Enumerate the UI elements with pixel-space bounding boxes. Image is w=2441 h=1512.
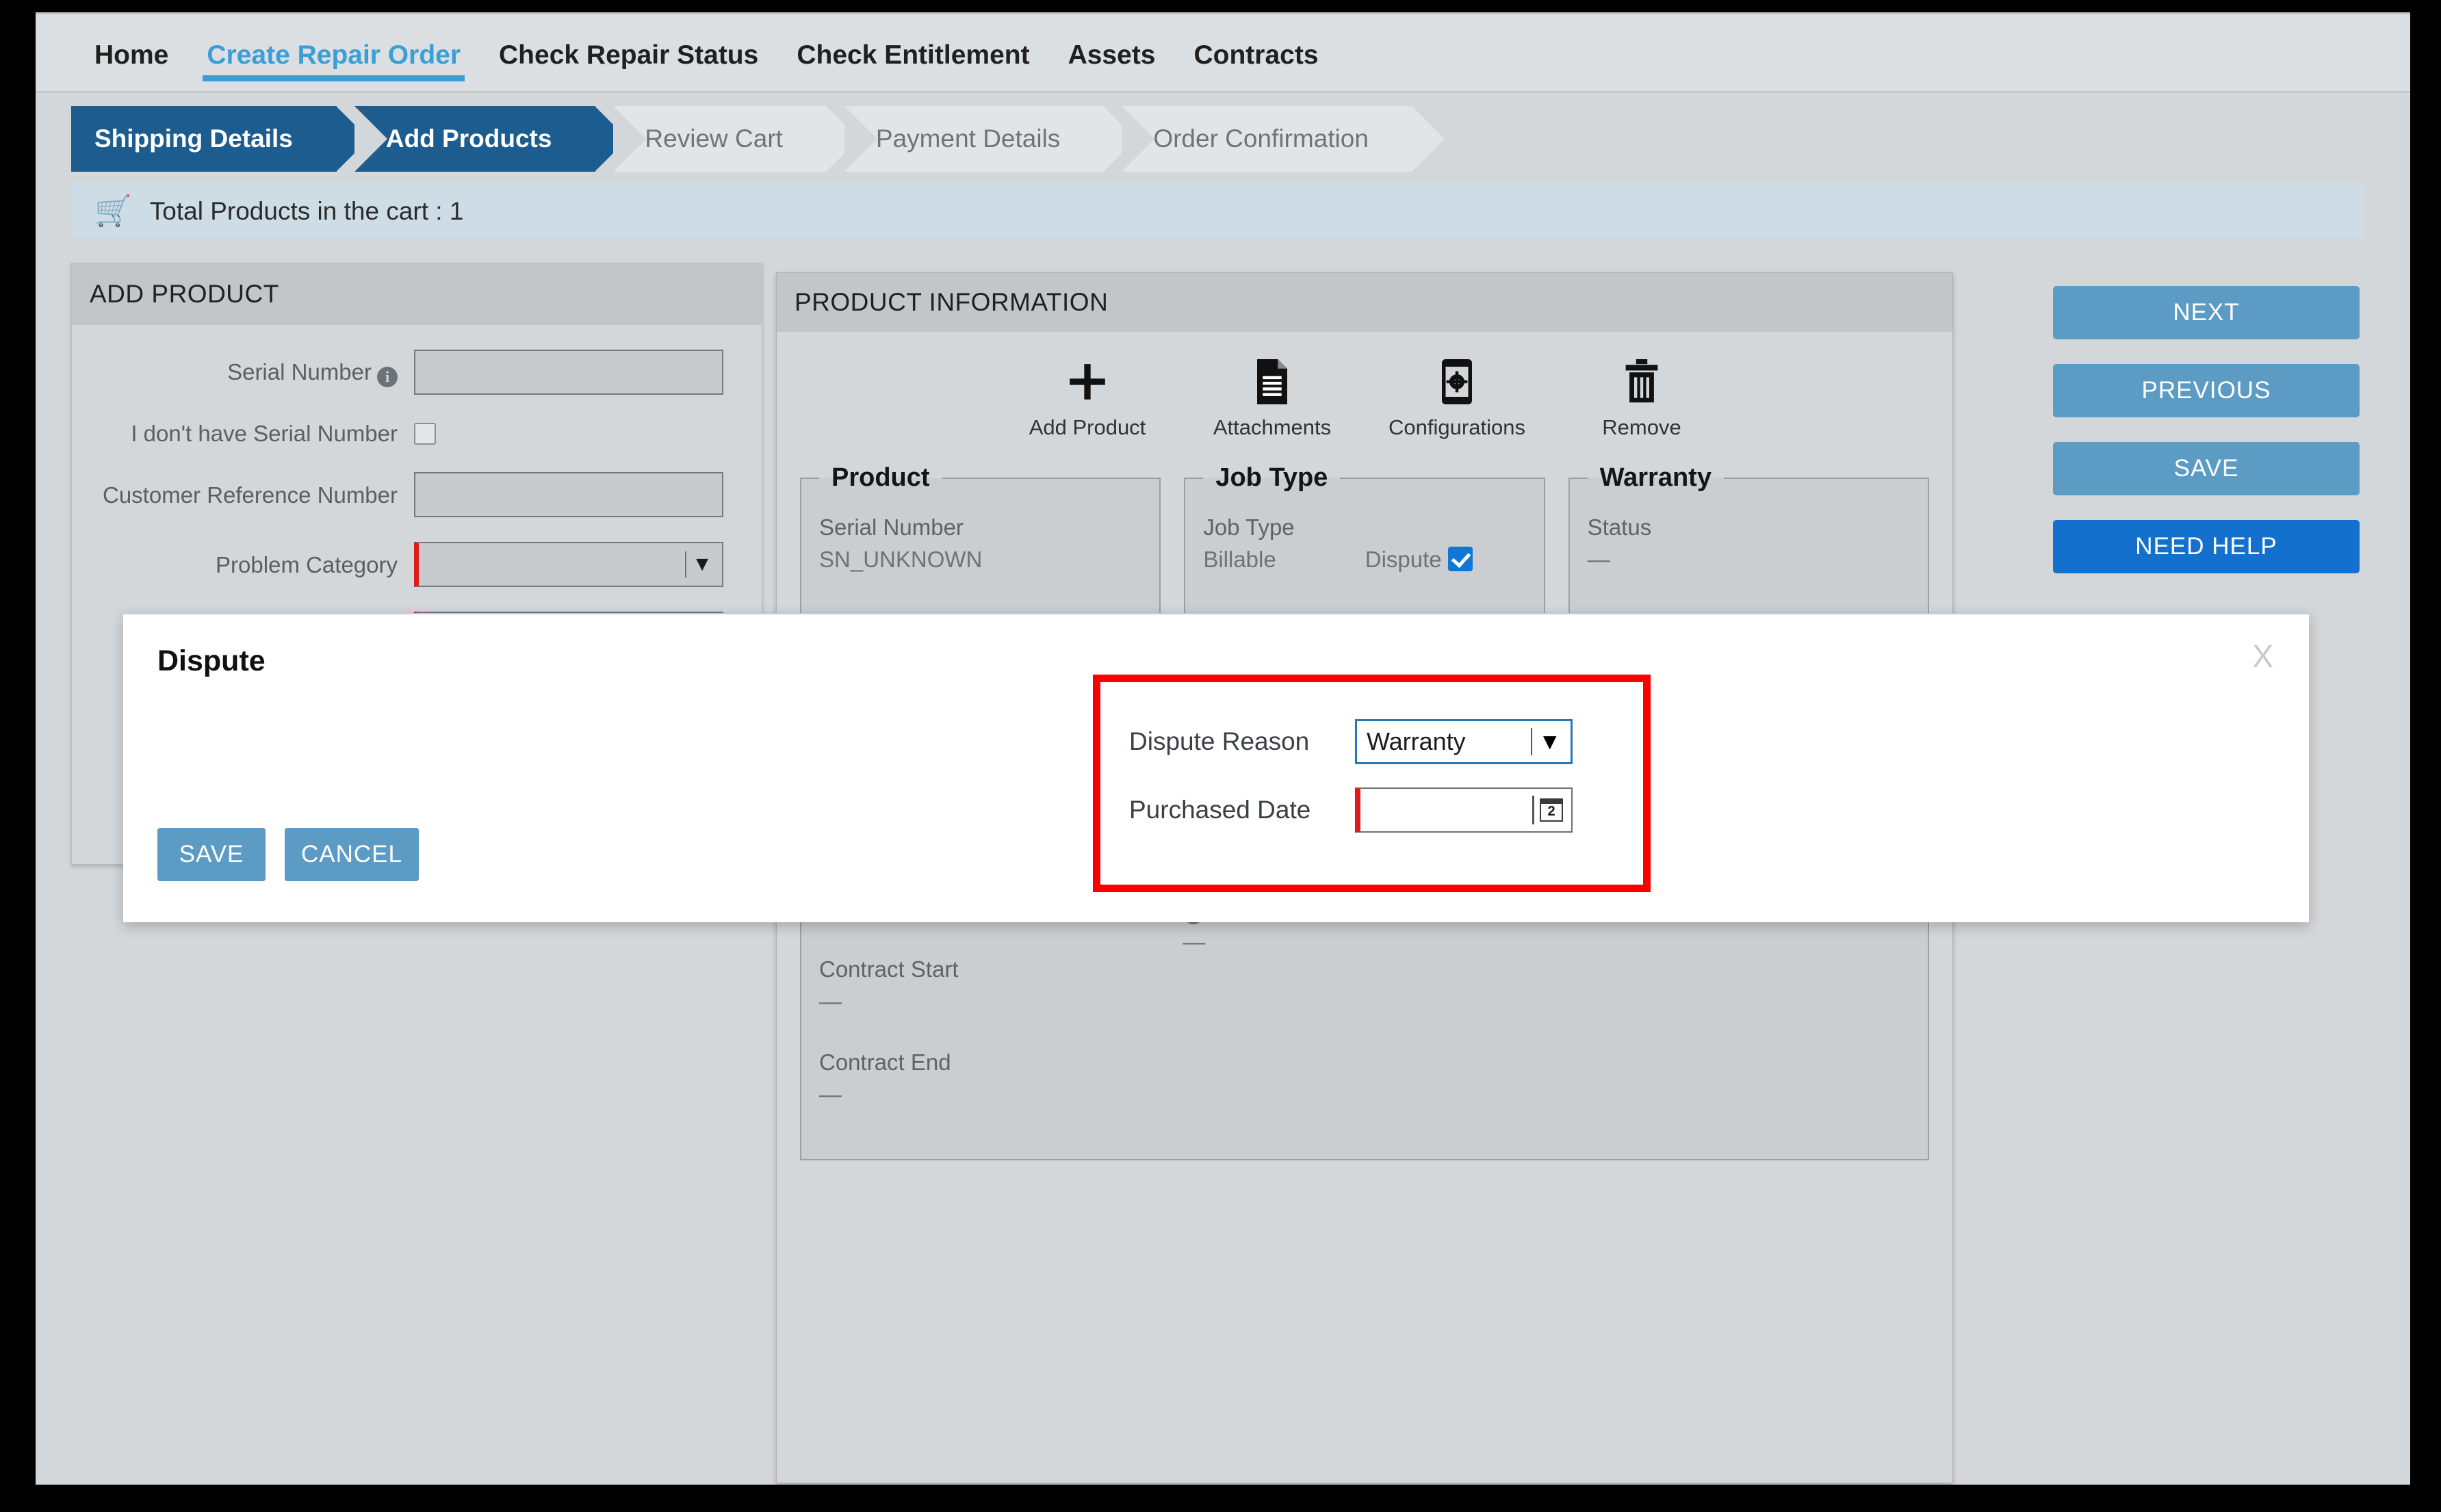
need-help-button[interactable]: NEED HELP	[2053, 520, 2360, 573]
save-button[interactable]: SAVE	[2053, 442, 2360, 495]
plus-icon	[1066, 356, 1109, 407]
contract-start-label: Contract Start	[819, 956, 959, 982]
cart-total-text: Total Products in the cart : 1	[149, 197, 464, 225]
dispute-toggle[interactable]: Dispute	[1365, 545, 1473, 575]
nav-item-assets[interactable]: Assets	[1049, 40, 1175, 91]
add-product-title: ADD PRODUCT	[72, 263, 762, 325]
no-serial-checkbox[interactable]	[414, 422, 436, 445]
serial-number-label-text: Serial Number	[227, 359, 372, 384]
product-serial-number: Serial Number SN_UNKNOWN	[819, 510, 1141, 575]
no-serial-row: I don't have Serial Number	[72, 419, 762, 447]
nav-list: Home Create Repair Order Check Repair St…	[36, 14, 2410, 91]
serial-number-input[interactable]	[414, 350, 723, 395]
info-icon[interactable]: i	[377, 366, 398, 387]
warranty-legend: Warranty	[1599, 463, 1712, 492]
product-information-title: PRODUCT INFORMATION	[777, 273, 1952, 332]
toolbar-configurations-label: Configurations	[1389, 415, 1525, 439]
problem-category-row: Problem Category ▼	[72, 542, 762, 588]
chevron-down-icon: ▼	[692, 553, 712, 576]
job-type-label: Job Type	[1203, 514, 1295, 540]
serial-number-label: Serial Number i	[72, 358, 414, 387]
top-navigation: Home Create Repair Order Check Repair St…	[36, 12, 2410, 93]
warranty-status: Status —	[1588, 510, 1910, 575]
warranty-status-value: —	[1587, 546, 1610, 572]
warranty-status-label: Status	[1587, 514, 1652, 540]
contract-end-label: Contract End	[819, 1050, 951, 1076]
job-type-value: Billable	[1203, 546, 1276, 572]
step-add-products[interactable]: Add Products	[354, 106, 628, 172]
nav-item-check-repair-status[interactable]: Check Repair Status	[480, 40, 777, 91]
action-buttons: NEXT PREVIOUS SAVE NEED HELP	[2053, 286, 2360, 573]
dispute-checkbox[interactable]	[1447, 546, 1473, 571]
problem-category-label: Problem Category	[216, 551, 398, 577]
highlight-region: Dispute Reason Warranty ▼ Purchased Date…	[1093, 675, 1651, 892]
select-divider	[1531, 728, 1532, 755]
modal-cancel-button[interactable]: CANCEL	[285, 828, 419, 881]
close-icon[interactable]: X	[2252, 638, 2273, 675]
purchased-date-input[interactable]: 2	[1355, 787, 1573, 833]
device-gear-icon	[1438, 356, 1476, 407]
dispute-label: Dispute	[1365, 546, 1442, 572]
purchased-date-row: Purchased Date 2	[1100, 787, 1643, 833]
dispute-reason-row: Dispute Reason Warranty ▼	[1100, 719, 1643, 764]
step-shipping-details[interactable]: Shipping Details	[71, 106, 369, 172]
trash-icon	[1623, 356, 1660, 407]
dispute-reason-label: Dispute Reason	[1129, 727, 1310, 755]
product-toolbar: Add Product Attachments Configurations R…	[777, 356, 1952, 440]
no-serial-label: I don't have Serial Number	[131, 421, 398, 446]
toolbar-add-product-label: Add Product	[1029, 415, 1146, 439]
customer-reference-row: Customer Reference Number	[72, 472, 762, 518]
app-page: Home Create Repair Order Check Repair St…	[36, 12, 2410, 1485]
cart-summary-bar: 🛒 Total Products in the cart : 1	[71, 183, 2364, 239]
nav-item-home[interactable]: Home	[75, 40, 188, 91]
contract-end: Contract End —	[819, 1045, 1183, 1110]
customer-reference-label: Customer Reference Number	[103, 482, 398, 508]
previous-button[interactable]: PREVIOUS	[2053, 364, 2360, 417]
nav-item-contracts[interactable]: Contracts	[1175, 40, 1338, 91]
contract-start: Contract Start —	[819, 952, 1183, 1017]
toolbar-configurations[interactable]: Configurations	[1389, 356, 1525, 440]
step-wizard: Shipping Details Add Products Review Car…	[36, 101, 2410, 177]
toolbar-attachments-label: Attachments	[1213, 415, 1332, 439]
job-type-block: Job Type Billable Dispute	[1203, 510, 1525, 575]
toolbar-attachments[interactable]: Attachments	[1204, 356, 1341, 440]
input-divider	[1532, 796, 1534, 824]
chevron-down-icon: ▼	[1538, 729, 1561, 754]
toolbar-remove-label: Remove	[1602, 415, 1681, 439]
job-type-value-row: Billable Dispute	[1203, 545, 1525, 575]
product-serial-number-label: Serial Number	[819, 514, 964, 540]
step-order-confirmation[interactable]: Order Confirmation	[1122, 106, 1445, 172]
purchased-date-label: Purchased Date	[1129, 796, 1311, 824]
service-cutoff-time-value: —	[1183, 929, 1206, 955]
step-review-cart[interactable]: Review Cart	[613, 106, 859, 172]
next-button[interactable]: NEXT	[2053, 286, 2360, 339]
job-type-legend: Job Type	[1215, 463, 1328, 492]
customer-reference-input[interactable]	[414, 472, 723, 518]
problem-category-select[interactable]: ▼	[414, 542, 723, 588]
modal-save-button[interactable]: SAVE	[157, 828, 266, 881]
nav-item-check-entitlement[interactable]: Check Entitlement	[777, 40, 1048, 91]
dispute-reason-value: Warranty	[1367, 727, 1466, 755]
calendar-icon[interactable]: 2	[1540, 798, 1563, 822]
serial-number-row: Serial Number i	[72, 350, 762, 395]
toolbar-remove[interactable]: Remove	[1573, 356, 1710, 440]
modal-footer: SAVE CANCEL	[157, 828, 419, 881]
nav-item-create-repair-order[interactable]: Create Repair Order	[188, 40, 480, 91]
modal-title: Dispute	[157, 644, 266, 677]
shopping-cart-icon: 🛒	[94, 194, 132, 228]
select-divider	[685, 551, 686, 578]
product-legend: Product	[831, 463, 930, 492]
contract-start-value: —	[819, 988, 842, 1014]
dispute-reason-select[interactable]: Warranty ▼	[1355, 719, 1573, 764]
step-payment-details[interactable]: Payment Details	[844, 106, 1137, 172]
toolbar-add-product[interactable]: Add Product	[1019, 356, 1156, 440]
document-icon	[1252, 356, 1292, 407]
contract-end-value: —	[819, 1081, 842, 1107]
product-serial-number-value: SN_UNKNOWN	[819, 546, 983, 572]
